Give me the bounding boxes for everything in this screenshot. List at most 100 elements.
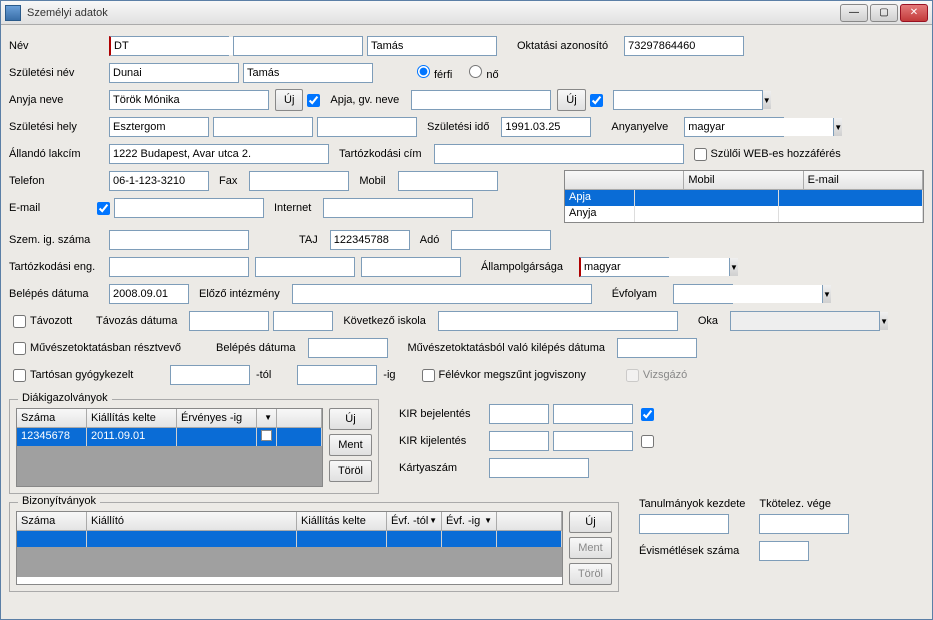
kartyaszam-input[interactable] xyxy=(489,458,589,478)
tan-kezdete-input[interactable] xyxy=(639,514,729,534)
elozo-input[interactable] xyxy=(292,284,592,304)
label-lakcim: Állandó lakcím xyxy=(9,148,109,160)
apja-uj-button[interactable]: Új xyxy=(557,89,585,111)
mobil-input[interactable] xyxy=(398,171,498,191)
vezeteknev-input[interactable] xyxy=(233,36,363,56)
szul-vezeteknev-input[interactable] xyxy=(109,63,239,83)
label-tart-cim: Tartózkodási cím xyxy=(339,148,422,160)
diak-row[interactable]: 12345678 2011.09.01 xyxy=(17,428,322,446)
diak-fieldset: Diákigazolványok Száma Kiállítás kelte É… xyxy=(9,399,379,494)
okt-azon-input[interactable] xyxy=(624,36,744,56)
label-vizsgazo: Vizsgázó xyxy=(643,369,687,381)
telefon-input[interactable] xyxy=(109,171,209,191)
maximize-button[interactable]: ▢ xyxy=(870,4,898,22)
label-muv: Művészetoktatásban résztvevő xyxy=(30,342,210,354)
chevron-down-icon[interactable]: ▼ xyxy=(762,91,771,109)
szul-keresztnev-input[interactable] xyxy=(243,63,373,83)
label-okt-azon: Oktatási azonosító xyxy=(517,40,608,52)
szul-hely3-input[interactable] xyxy=(317,117,417,137)
titlebar: Személyi adatok — ▢ ✕ xyxy=(1,1,932,25)
contact-col-email[interactable]: E-mail xyxy=(804,171,923,189)
extra-combo[interactable]: ▼ xyxy=(613,90,763,110)
email-check[interactable] xyxy=(97,202,110,215)
email-input[interactable] xyxy=(114,198,264,218)
tart-eng-input[interactable] xyxy=(109,257,249,277)
anyanyelve-combo[interactable]: ▼ xyxy=(684,117,784,137)
keresztnev-input[interactable] xyxy=(367,36,497,56)
label-tan-kezdete: Tanulmányok kezdete xyxy=(639,498,745,510)
szemig-input[interactable] xyxy=(109,230,249,250)
label-internet: Internet xyxy=(274,202,311,214)
tart-eng2-input[interactable] xyxy=(255,257,355,277)
tart-eng3-input[interactable] xyxy=(361,257,461,277)
chevron-down-icon[interactable]: ▼ xyxy=(833,118,842,136)
kir-ki1-input[interactable] xyxy=(489,431,549,451)
label-telefon: Telefon xyxy=(9,175,109,187)
legend-biz: Bizonyítványok xyxy=(18,495,100,507)
diak-grid[interactable]: Száma Kiállítás kelte Érvényes -ig ▼ 123… xyxy=(16,408,323,487)
label-tavozott: Távozott xyxy=(30,315,90,327)
biz-uj-button[interactable]: Új xyxy=(569,511,612,533)
prefix-combo[interactable]: ▼ xyxy=(109,36,229,56)
szul-ido-input[interactable] xyxy=(501,117,591,137)
anyja-neve-input[interactable] xyxy=(109,90,269,110)
diak-uj-button[interactable]: Új xyxy=(329,408,372,430)
label-felev: Félévkor megszűnt jogviszony xyxy=(439,369,586,381)
belepes-input[interactable] xyxy=(109,284,189,304)
evismetlesek-input[interactable] xyxy=(759,541,809,561)
chevron-down-icon[interactable]: ▼ xyxy=(729,258,738,276)
diak-ment-button[interactable]: Ment xyxy=(329,434,372,456)
radio-no[interactable] xyxy=(469,65,482,78)
apja-gv-input[interactable] xyxy=(411,90,551,110)
ado-input[interactable] xyxy=(451,230,551,250)
contact-grid: Mobil E-mail Apja Anyja xyxy=(564,170,924,223)
window-title: Személyi adatok xyxy=(27,7,840,19)
extra-check[interactable] xyxy=(590,94,603,107)
contact-row-anyja[interactable]: Anyja xyxy=(565,206,923,222)
tkotelez-input[interactable] xyxy=(759,514,849,534)
diak-torol-button[interactable]: Töröl xyxy=(329,460,372,482)
apja-gv-check[interactable] xyxy=(307,94,320,107)
szuloi-web-check[interactable] xyxy=(694,148,707,161)
label-szuloi-web: Szülői WEB-es hozzáférés xyxy=(711,148,841,160)
chevron-down-icon[interactable]: ▼ xyxy=(822,285,831,303)
fax-input[interactable] xyxy=(249,171,349,191)
tart-cim-input[interactable] xyxy=(434,144,684,164)
muv-check[interactable] xyxy=(13,342,26,355)
anyja-uj-button[interactable]: Új xyxy=(275,89,303,111)
minimize-button[interactable]: — xyxy=(840,4,868,22)
contact-row-apja[interactable]: Apja xyxy=(565,190,923,206)
allampolgar-combo[interactable]: ▼ xyxy=(579,257,669,277)
label-szul-nev: Születési név xyxy=(9,67,109,79)
felev-check[interactable] xyxy=(422,369,435,382)
internet-input[interactable] xyxy=(323,198,473,218)
szul-hely-input[interactable] xyxy=(109,117,209,137)
kir-be2-input[interactable] xyxy=(553,404,633,424)
close-button[interactable]: ✕ xyxy=(900,4,928,22)
label-muv-kilepes: Művészetoktatásból való kilépés dátuma xyxy=(408,342,606,354)
tavozott-check[interactable] xyxy=(13,315,26,328)
gyogy-check[interactable] xyxy=(13,369,26,382)
lakcim-input[interactable] xyxy=(109,144,329,164)
contact-col-empty[interactable] xyxy=(565,171,684,189)
label-tart-eng: Tartózkodási eng. xyxy=(9,261,109,273)
taj-input[interactable] xyxy=(330,230,410,250)
label-nev: Név xyxy=(9,40,109,52)
biz-grid[interactable]: Száma Kiállító Kiállítás kelte Évf. -tól… xyxy=(16,511,563,585)
vizsgazo-check xyxy=(626,369,639,382)
biz-row-empty[interactable] xyxy=(17,531,562,547)
kir-be-check[interactable] xyxy=(641,408,654,421)
kov-iskola-input xyxy=(438,311,678,331)
kir-be1-input[interactable] xyxy=(489,404,549,424)
radio-ferfi[interactable] xyxy=(417,65,430,78)
label-tol: -tól xyxy=(256,369,271,381)
label-evfolyam: Évfolyam xyxy=(612,288,657,300)
kir-ki-check[interactable] xyxy=(641,435,654,448)
oka-combo: ▼ xyxy=(730,311,880,331)
label-fax: Fax xyxy=(219,175,237,187)
kir-ki2-input[interactable] xyxy=(553,431,633,451)
szul-hely2-input[interactable] xyxy=(213,117,313,137)
label-anyja: Anyja neve xyxy=(9,94,109,106)
evfolyam-combo[interactable]: ▼ xyxy=(673,284,733,304)
contact-col-mobil[interactable]: Mobil xyxy=(684,171,803,189)
